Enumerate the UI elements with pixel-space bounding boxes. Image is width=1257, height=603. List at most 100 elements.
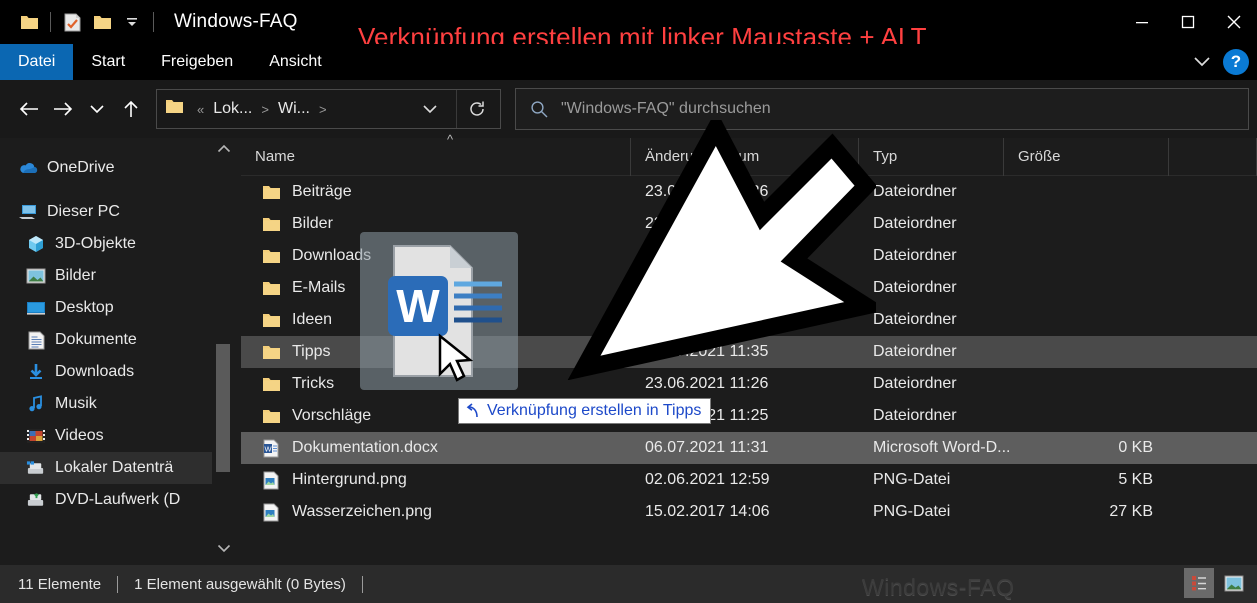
- table-row-drop-target[interactable]: Tipps 06.07.2021 11:35 Dateiordner: [241, 336, 1257, 368]
- file-name: Ideen: [292, 311, 333, 328]
- local-disk-icon: [26, 458, 46, 478]
- sidebar-item-downloads[interactable]: Downloads: [0, 356, 212, 388]
- up-arrow-icon[interactable]: [114, 92, 148, 126]
- videos-icon: [26, 426, 46, 446]
- recent-locations-icon[interactable]: [80, 92, 114, 126]
- scroll-up-icon[interactable]: [212, 138, 236, 160]
- breadcrumb-item-2[interactable]: Wi...: [274, 100, 314, 118]
- breadcrumb-chevron-2[interactable]: >: [314, 102, 332, 117]
- table-row[interactable]: Tricks 23.06.2021 11:26 Dateiordner: [241, 368, 1257, 400]
- file-type-cell: Dateiordner: [873, 375, 957, 392]
- scroll-down-icon[interactable]: [212, 537, 236, 559]
- sidebar-item-3d-objekte[interactable]: 3D-Objekte: [0, 228, 212, 260]
- file-type-cell: Microsoft Word-D...: [873, 439, 1011, 456]
- sidebar-item-videos[interactable]: Videos: [0, 420, 212, 452]
- folder-icon[interactable]: [14, 7, 44, 37]
- sidebar-item-desktop[interactable]: Desktop: [0, 292, 212, 324]
- file-type-cell: Dateiordner: [873, 279, 957, 296]
- breadcrumb-overflow[interactable]: «: [192, 102, 209, 117]
- address-bar[interactable]: « Lok... > Wi... >: [156, 89, 501, 129]
- minimize-button[interactable]: [1119, 0, 1165, 44]
- file-size-cell: 5 KB: [1118, 471, 1153, 488]
- downloads-icon: [26, 362, 46, 382]
- file-name-cell: E-Mails: [241, 272, 631, 304]
- help-button[interactable]: ?: [1223, 49, 1249, 75]
- column-header-type[interactable]: Typ: [859, 137, 1004, 176]
- close-button[interactable]: [1211, 0, 1257, 44]
- forward-arrow-icon[interactable]: [46, 92, 80, 126]
- status-divider: [117, 575, 119, 593]
- table-row[interactable]: Vorschläge 23.06.2021 11:25 Dateiordner: [241, 400, 1257, 432]
- png-file-icon: [261, 502, 281, 522]
- sidebar-item-lokaler-datentraeger[interactable]: Lokaler Datenträ: [0, 452, 212, 484]
- sidebar-item-dokumente[interactable]: Dokumente: [0, 324, 212, 356]
- file-date-cell: 06.07.2021 11:35: [645, 343, 769, 360]
- file-name-cell: W Dokumentation.docx: [241, 432, 631, 464]
- refresh-icon[interactable]: [456, 90, 496, 128]
- column-header-name[interactable]: Name ^: [241, 132, 631, 176]
- column-header-date[interactable]: Änderungsdatum: [631, 137, 859, 176]
- watermark-text: Windows-FAQ: [862, 574, 1015, 600]
- sidebar-item-bilder[interactable]: Bilder: [0, 260, 212, 292]
- address-dropdown-icon[interactable]: [416, 90, 444, 128]
- file-name: Hintergrund.png: [292, 471, 407, 488]
- music-icon: [26, 394, 46, 414]
- customize-dropdown-icon[interactable]: [117, 7, 147, 37]
- column-header-size[interactable]: Größe: [1004, 137, 1169, 176]
- breadcrumb-item-1[interactable]: Lok...: [209, 100, 256, 118]
- maximize-button[interactable]: [1165, 0, 1211, 44]
- file-name-cell: Ideen: [241, 304, 631, 336]
- sidebar-item-dieser-pc[interactable]: Dieser PC: [0, 196, 212, 228]
- tab-datei[interactable]: Datei: [0, 44, 74, 80]
- file-list-pane: Name ^ Änderungsdatum Typ Größe Beiträge…: [241, 132, 1257, 565]
- this-pc-icon: [18, 202, 38, 222]
- address-folder-icon: [165, 98, 184, 120]
- properties-icon[interactable]: [57, 7, 87, 37]
- column-headers: Name ^ Änderungsdatum Typ Größe: [241, 132, 1257, 176]
- folder-icon: [261, 182, 281, 202]
- file-type-cell: Dateiordner: [873, 407, 957, 424]
- folder-icon: [261, 406, 281, 426]
- details-view-icon[interactable]: [1184, 568, 1214, 598]
- dvd-drive-icon: [26, 490, 46, 510]
- scrollbar-thumb[interactable]: [216, 344, 230, 472]
- sidebar-label: Desktop: [55, 299, 114, 316]
- file-name-cell: Tipps: [241, 336, 631, 368]
- sidebar-item-dvd-laufwerk[interactable]: DVD-Laufwerk (D: [0, 484, 212, 516]
- table-row[interactable]: Downloads 23.06.2021 11:26 Dateiordner: [241, 240, 1257, 272]
- table-row[interactable]: Hintergrund.png 02.06.2021 12:59 PNG-Dat…: [241, 464, 1257, 496]
- search-input[interactable]: [561, 100, 1235, 118]
- sidebar-scrollbar[interactable]: [212, 138, 236, 565]
- content-area: OneDrive Dieser PC 3D-Objekte Bilder Des…: [0, 132, 1257, 565]
- table-row[interactable]: Wasserzeichen.png 15.02.2017 14:06 PNG-D…: [241, 496, 1257, 528]
- file-name: Tricks: [292, 375, 335, 392]
- toolbar-separator-2: [153, 12, 154, 32]
- chevron-down-icon[interactable]: [1187, 47, 1217, 77]
- tab-ansicht[interactable]: Ansicht: [251, 44, 339, 80]
- table-row[interactable]: E-Mails 23.06.2021 11:26 Dateiordner: [241, 272, 1257, 304]
- file-date-cell: 23.06.2021 11:26: [645, 311, 769, 328]
- quick-access-toolbar: [0, 7, 160, 37]
- file-date-cell: 06.07.2021 11:31: [645, 439, 769, 456]
- documents-icon: [26, 330, 46, 350]
- sidebar-item-onedrive[interactable]: OneDrive: [0, 152, 212, 184]
- sidebar-item-musik[interactable]: Musik: [0, 388, 212, 420]
- table-row[interactable]: Bilder 23.06.2021 11:26 Dateiordner: [241, 208, 1257, 240]
- tab-freigeben[interactable]: Freigeben: [143, 44, 251, 80]
- tab-start[interactable]: Start: [73, 44, 143, 80]
- new-folder-icon[interactable]: [87, 7, 117, 37]
- ribbon-right-controls: ?: [1187, 44, 1257, 80]
- large-icons-view-icon[interactable]: [1219, 568, 1249, 598]
- breadcrumb-chevron-1[interactable]: >: [256, 102, 274, 117]
- table-row[interactable]: Beiträge 23.06.2021 11:26 Dateiordner: [241, 176, 1257, 208]
- onedrive-icon: [18, 158, 38, 178]
- table-row-selected[interactable]: W Dokumentation.docx 06.07.2021 11:31 Mi…: [241, 432, 1257, 464]
- table-row[interactable]: Ideen 23.06.2021 11:26 Dateiordner: [241, 304, 1257, 336]
- search-box[interactable]: [515, 88, 1249, 130]
- file-size-cell: 27 KB: [1109, 503, 1153, 520]
- folder-icon: [261, 246, 281, 266]
- desktop-icon: [26, 298, 46, 318]
- folder-icon: [261, 310, 281, 330]
- back-arrow-icon[interactable]: [12, 92, 46, 126]
- sidebar-label: DVD-Laufwerk (D: [55, 491, 181, 508]
